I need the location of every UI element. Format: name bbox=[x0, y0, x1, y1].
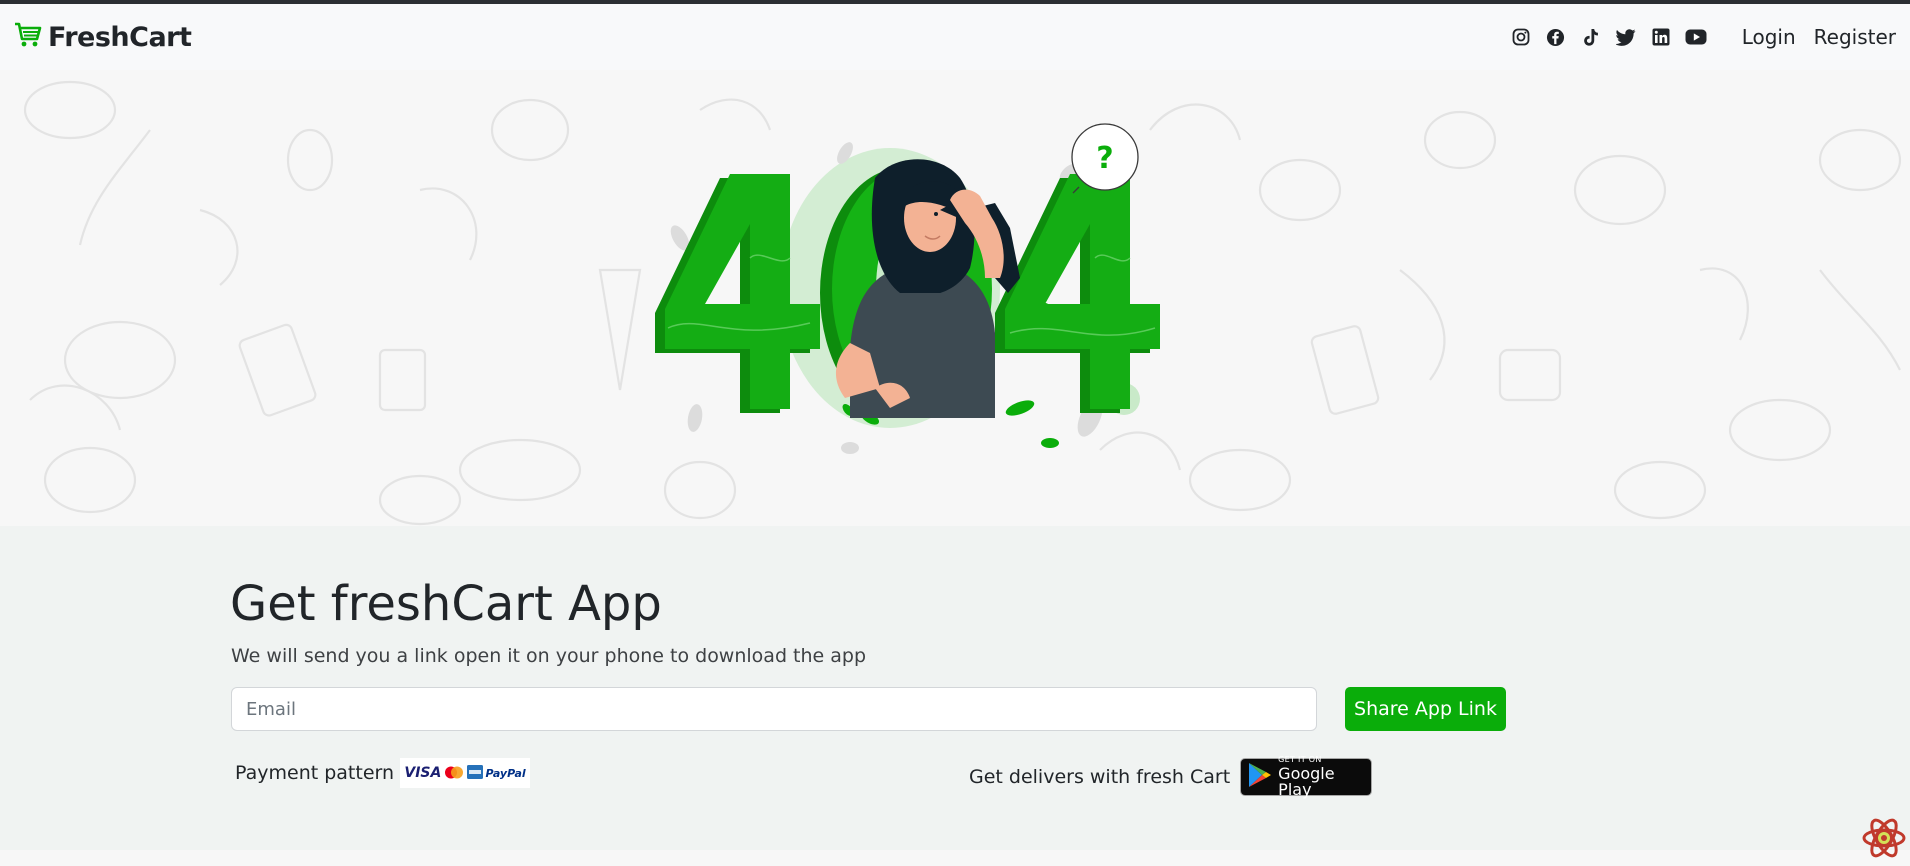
deliver-label: Get delivers with fresh Cart bbox=[969, 766, 1231, 788]
mastercard-icon bbox=[444, 764, 464, 783]
instagram-icon[interactable] bbox=[1509, 25, 1533, 49]
404-illustration bbox=[655, 142, 1160, 454]
react-devtools-icon[interactable] bbox=[1861, 815, 1907, 861]
google-play-button[interactable]: GET IT ON Google Play bbox=[1240, 755, 1373, 799]
bottom-strip bbox=[0, 850, 1910, 866]
share-app-link-button[interactable]: Share App Link bbox=[1345, 687, 1506, 731]
footer-subtitle: We will send you a link open it on your … bbox=[231, 645, 867, 667]
login-link[interactable]: Login bbox=[1742, 25, 1796, 49]
google-play-icon bbox=[1248, 762, 1272, 792]
email-input[interactable] bbox=[231, 687, 1317, 731]
google-play-small-text: GET IT ON bbox=[1278, 755, 1322, 764]
navbar: FreshCart Login Register bbox=[0, 4, 1910, 70]
tiktok-icon[interactable] bbox=[1579, 25, 1603, 49]
facebook-icon[interactable] bbox=[1544, 25, 1568, 49]
youtube-icon[interactable] bbox=[1684, 25, 1708, 49]
payment-pattern: Payment pattern VISA PayPal bbox=[235, 758, 531, 788]
register-link[interactable]: Register bbox=[1814, 25, 1896, 49]
question-mark: ? bbox=[1096, 141, 1113, 176]
cart-icon bbox=[14, 22, 42, 52]
paypal-icon: PayPal bbox=[485, 766, 526, 780]
linkedin-icon[interactable] bbox=[1649, 25, 1673, 49]
payment-cards: VISA PayPal bbox=[400, 758, 531, 788]
social-links bbox=[1509, 25, 1708, 49]
footer-title: Get freshCart App bbox=[230, 576, 662, 632]
brand-logo[interactable]: FreshCart bbox=[14, 21, 192, 53]
hero-section: ? bbox=[0, 70, 1910, 526]
question-bubble: ? bbox=[1071, 123, 1139, 194]
brand-name: FreshCart bbox=[48, 21, 192, 53]
deliver-section: Get delivers with fresh Cart GET IT ON G… bbox=[969, 755, 1373, 799]
visa-icon: VISA bbox=[404, 765, 442, 781]
payment-label: Payment pattern bbox=[235, 762, 395, 784]
twitter-icon[interactable] bbox=[1614, 25, 1638, 49]
amex-icon bbox=[466, 764, 483, 783]
footer-section: Get freshCart App We will send you a lin… bbox=[0, 526, 1910, 850]
google-play-big-text: Google Play bbox=[1278, 764, 1335, 799]
